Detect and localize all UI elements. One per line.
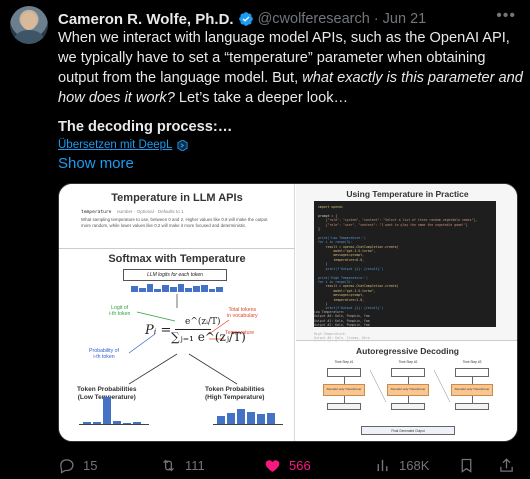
annotation-total-tokens: Total tokens in vocabulary [227, 307, 258, 320]
probability-bar [247, 412, 255, 424]
reply-icon [60, 458, 74, 474]
translate-icon [177, 139, 188, 151]
author-handle[interactable]: @cwolferesearch [258, 11, 370, 27]
probability-bar [227, 413, 235, 424]
author-name[interactable]: Cameron R. Wolfe, Ph.D. [58, 11, 234, 28]
like-count: 566 [289, 457, 311, 473]
share-button[interactable] [498, 456, 515, 474]
media-right-top-panel: Using Temperature in Practice import ope… [296, 184, 517, 349]
probability-bar [103, 397, 111, 424]
views-count: 168K [399, 457, 430, 473]
probability-bar [267, 413, 275, 424]
code-block: import openai prompt = [ {"role": "syste… [314, 201, 496, 327]
more-icon[interactable]: ••• [496, 7, 516, 25]
annotation-logit: Logit of i-th token [109, 305, 131, 318]
tweet-text: When we interact with language model API… [58, 28, 524, 108]
code-line: {"role": "system", "content": "Select a … [318, 218, 478, 223]
probability-bar [217, 416, 225, 424]
translate-link[interactable]: Übersetzen mit DeepL [58, 139, 188, 151]
reply-button[interactable]: 15 [58, 456, 97, 474]
formula-denominator: ∑ⱼ₌₁ e^(zⱼ/T) [171, 330, 246, 344]
bookmark-button[interactable] [458, 456, 475, 474]
separator-dot: · [373, 11, 379, 27]
probability-bar [257, 414, 265, 424]
high-temp-histogram [217, 396, 275, 424]
views-icon [377, 459, 388, 471]
avatar[interactable] [10, 6, 48, 44]
tweet-header: Cameron R. Wolfe, Ph.D. @cwolferesearch … [58, 10, 426, 28]
retweet-button[interactable]: 111 [160, 456, 205, 474]
action-bar: 15 111 566 168K [58, 456, 524, 476]
verified-badge-icon [238, 12, 253, 26]
like-icon [265, 459, 280, 472]
low-temp-histogram [83, 396, 141, 424]
views-button[interactable]: 168K [374, 456, 429, 474]
annotation-probability: Probability of i-th token [89, 348, 119, 361]
media-right-bottom-panel: Autoregressive Decoding Time Step #1 Dec… [296, 342, 517, 441]
low-temp-axis [79, 424, 149, 425]
translate-label[interactable]: Übersetzen mit DeepL [58, 139, 172, 151]
tweet-date[interactable]: Jun 21 [383, 11, 427, 27]
output-line: Output #2: Kale, Pumpkin, Yam [314, 323, 370, 328]
media-image[interactable]: Temperature in LLM APIs temperature numb… [58, 183, 518, 442]
formula-numerator: e^(zᵢ/T) [185, 317, 221, 327]
retweet-icon [163, 459, 174, 471]
final-output-box: Final Generated Output [361, 426, 455, 435]
avatar-shirt [14, 30, 44, 44]
avatar-face [21, 12, 37, 30]
probability-bar [237, 409, 245, 424]
tweet-text-part2: Let’s take a deeper look… [174, 90, 349, 106]
reply-count: 15 [83, 457, 98, 473]
high-temp-axis [213, 424, 283, 425]
share-icon [500, 457, 513, 472]
retweet-count: 111 [185, 457, 205, 473]
show-more-link[interactable]: Show more [58, 155, 134, 172]
code-line: {"role": "user", "content": "I want to p… [318, 222, 468, 227]
media-left-panel: Temperature in LLM APIs temperature numb… [59, 184, 295, 441]
like-button[interactable]: 566 [264, 456, 311, 474]
panel-title-practice: Using Temperature in Practice [346, 189, 469, 199]
bookmark-icon [461, 458, 472, 473]
formula-lhs: Pᵢ = [145, 323, 172, 338]
section-heading: The decoding process:… [58, 119, 233, 135]
